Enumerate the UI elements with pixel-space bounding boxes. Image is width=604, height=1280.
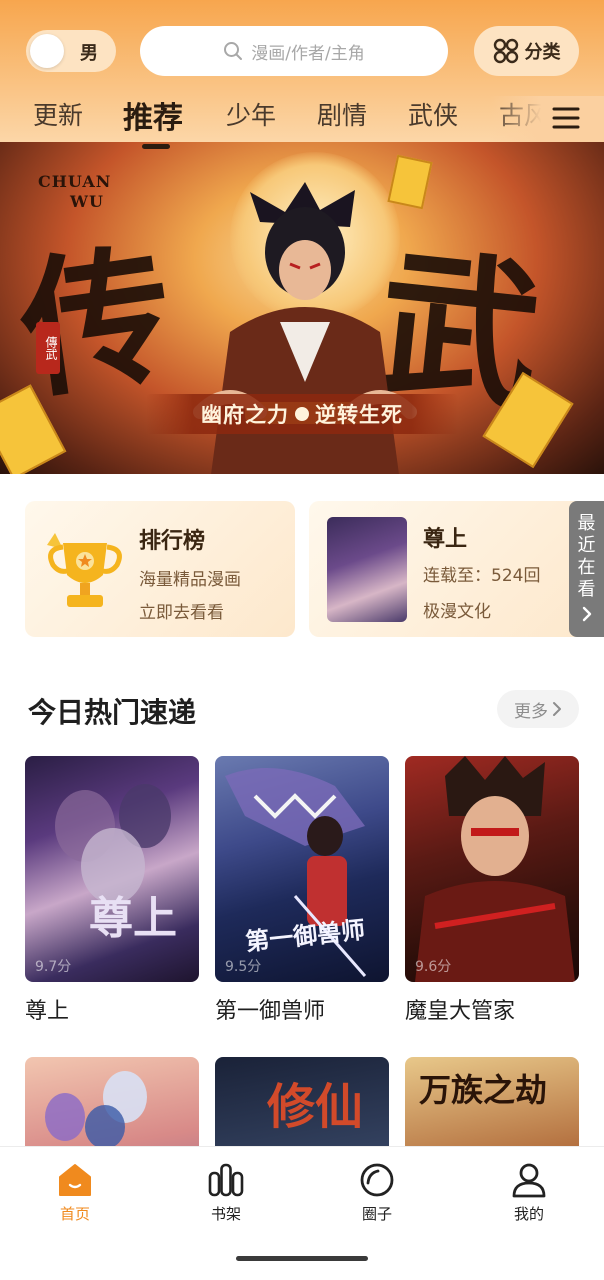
tab-recommend[interactable]: 推荐: [123, 93, 183, 137]
recent-reading-card[interactable]: 尊上 连载至：524回 极漫文化: [309, 501, 599, 637]
nav-profile-label: 我的: [513, 1205, 544, 1223]
recent-tab-char: 最: [577, 513, 596, 534]
gender-toggle[interactable]: 男: [26, 30, 116, 72]
cover-title-art: 万族之劫: [419, 1071, 548, 1109]
recent-reading-tab[interactable]: 最 近 在 看: [569, 501, 604, 637]
nav-home-label: 首页: [59, 1205, 90, 1223]
banner-logo-line2: WU: [70, 192, 104, 211]
recent-comic-progress: 连载至：524回: [423, 566, 541, 586]
tab-youth[interactable]: 少年: [226, 96, 276, 132]
trophy-icon: [47, 533, 122, 607]
comic-score: 9.7分: [35, 959, 72, 975]
section-title: 今日热门速递: [28, 696, 197, 729]
ranking-cta: 立即去看看: [139, 603, 224, 623]
nav-community-label: 圈子: [361, 1205, 392, 1223]
cover-title-art: 修仙: [267, 1079, 364, 1135]
cover-title-art: 尊上: [89, 893, 177, 944]
comic-cover[interactable]: 第一御兽师 9.5分: [215, 756, 389, 982]
search-icon: [224, 42, 243, 60]
nav-home[interactable]: 首页: [35, 1161, 115, 1224]
active-tab-indicator: [142, 144, 170, 149]
hero-banner[interactable]: 传 武 CHUAN WU 傳武 幽府之力 逆转生死: [0, 142, 604, 474]
cover-art: [415, 756, 575, 982]
tab-drama[interactable]: 剧情: [317, 96, 367, 132]
comic-score: 9.5分: [225, 959, 262, 975]
more-label: 更多: [514, 701, 548, 722]
comic-title[interactable]: 尊上: [25, 993, 69, 1025]
comic-title[interactable]: 魔皇大管家: [405, 993, 515, 1025]
comic-score: 9.6分: [415, 959, 452, 975]
banner-slogan-right: 逆转生死: [315, 402, 403, 427]
nav-community[interactable]: 圈子: [337, 1161, 417, 1224]
nav-profile[interactable]: 我的: [489, 1161, 569, 1224]
ranking-title: 排行榜: [139, 529, 206, 554]
chevron-right-icon: [582, 606, 591, 622]
gender-label: 男: [80, 43, 98, 64]
menu-icon[interactable]: [552, 106, 580, 130]
top-header: 男 漫画/作者/主角 分类 更新 推荐 少年 剧情 武侠 古风: [0, 0, 604, 150]
bookshelf-icon: [208, 1163, 244, 1197]
category-label: 分类: [524, 42, 561, 63]
profile-icon: [512, 1163, 546, 1198]
recent-comic-publisher: 极漫文化: [423, 602, 491, 622]
category-button[interactable]: 分类: [474, 26, 579, 76]
toggle-knob: [30, 34, 64, 68]
nav-bookshelf[interactable]: 书架: [186, 1161, 266, 1224]
home-icon: [59, 1164, 91, 1196]
cover-art: [55, 784, 171, 904]
home-indicator[interactable]: [236, 1256, 368, 1261]
slogan-separator-icon: [295, 407, 309, 421]
tabs-fade: [490, 96, 604, 146]
banner-logo-line1: CHUAN: [38, 172, 112, 191]
app-screen: 男 漫画/作者/主角 分类 更新 推荐 少年 剧情 武侠 古风: [0, 0, 604, 1280]
comic-cover[interactable]: 尊上 9.7分: [25, 756, 199, 982]
banner-seal: 傳武: [36, 322, 60, 374]
more-button[interactable]: 更多: [497, 690, 579, 728]
recent-tab-char: 在: [577, 557, 596, 578]
recent-tab-char: 近: [577, 535, 596, 556]
tab-wuxia[interactable]: 武侠: [408, 96, 458, 132]
category-grid-icon: [493, 38, 518, 64]
comic-title[interactable]: 第一御兽师: [215, 993, 325, 1025]
banner-slogan-left: 幽府之力: [201, 402, 289, 427]
search-placeholder: 漫画/作者/主角: [251, 43, 365, 64]
circle-icon: [360, 1163, 394, 1197]
ranking-subtitle: 海量精品漫画: [139, 570, 241, 590]
recent-tab-char: 看: [577, 579, 596, 600]
cover-art: [45, 1071, 147, 1149]
comic-cover[interactable]: 9.6分: [405, 756, 579, 982]
banner-logo-text: CHUAN WU: [38, 172, 111, 212]
tab-update[interactable]: 更新: [33, 96, 83, 132]
chevron-right-icon: [553, 702, 561, 716]
banner-slogan: 幽府之力 逆转生死: [146, 394, 458, 434]
ranking-card[interactable]: 排行榜 海量精品漫画 立即去看看: [25, 501, 295, 637]
search-input[interactable]: 漫画/作者/主角: [140, 26, 448, 76]
nav-bookshelf-label: 书架: [210, 1205, 241, 1223]
recent-comic-title: 尊上: [423, 527, 468, 552]
recent-comic-cover: [327, 517, 407, 622]
